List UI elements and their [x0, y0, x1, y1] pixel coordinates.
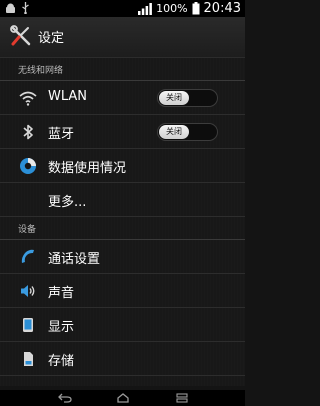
recent-apps-icon[interactable] [175, 393, 189, 403]
signal-icon [138, 2, 152, 15]
bluetooth-toggle-state: 关闭 [159, 125, 189, 139]
sound-label: 声音 [48, 286, 75, 301]
home-icon[interactable] [116, 393, 130, 403]
storage-item[interactable]: 存储 [0, 342, 245, 376]
battery-icon [192, 2, 200, 15]
sound-item[interactable]: 声音 [0, 274, 245, 308]
section-header-wireless: 无线和网络 [0, 58, 245, 81]
display-item[interactable]: 显示 [0, 308, 245, 342]
back-icon[interactable] [58, 393, 72, 403]
wlan-item[interactable]: WLAN 关闭 [0, 81, 245, 115]
display-label: 显示 [48, 320, 75, 335]
section-title: 无线和网络 [18, 66, 64, 76]
phone-icon [21, 249, 34, 263]
call-settings-item[interactable]: 通话设置 [0, 240, 245, 274]
android-icon [6, 3, 15, 13]
status-bar: 100% 20:43 [0, 0, 245, 17]
data-usage-icon [20, 158, 36, 174]
display-icon [23, 318, 33, 332]
data-usage-item[interactable]: 数据使用情况 [0, 149, 245, 183]
clock: 20:43 [203, 1, 241, 16]
battery-percent: 100% [156, 2, 188, 15]
storage-icon [24, 352, 33, 366]
section-header-device: 设备 [0, 217, 245, 240]
wifi-icon [19, 91, 37, 106]
bluetooth-toggle[interactable]: 关闭 [157, 123, 218, 141]
settings-tools-icon[interactable] [10, 25, 32, 47]
call-settings-label: 通话设置 [48, 252, 101, 267]
more-label: 更多... [48, 195, 87, 210]
bluetooth-icon [23, 124, 33, 140]
data-usage-label: 数据使用情况 [48, 161, 127, 176]
navigation-bar [0, 390, 245, 406]
wlan-toggle-state: 关闭 [159, 91, 189, 105]
section-title: 设备 [18, 225, 37, 235]
bluetooth-label: 蓝牙 [48, 127, 75, 142]
speaker-icon [21, 285, 35, 297]
wlan-label: WLAN [48, 89, 88, 104]
more-item[interactable]: 更多... [0, 183, 245, 217]
page-title: 设定 [38, 31, 65, 46]
wlan-toggle[interactable]: 关闭 [157, 89, 218, 107]
settings-list: 无线和网络 WLAN 关闭 蓝牙 关闭 数据使用情况 更多... 设备 通话设置… [0, 58, 245, 386]
usb-icon [22, 2, 29, 14]
storage-label: 存储 [48, 354, 75, 369]
action-bar: 设定 [0, 17, 245, 58]
bluetooth-item[interactable]: 蓝牙 关闭 [0, 115, 245, 149]
